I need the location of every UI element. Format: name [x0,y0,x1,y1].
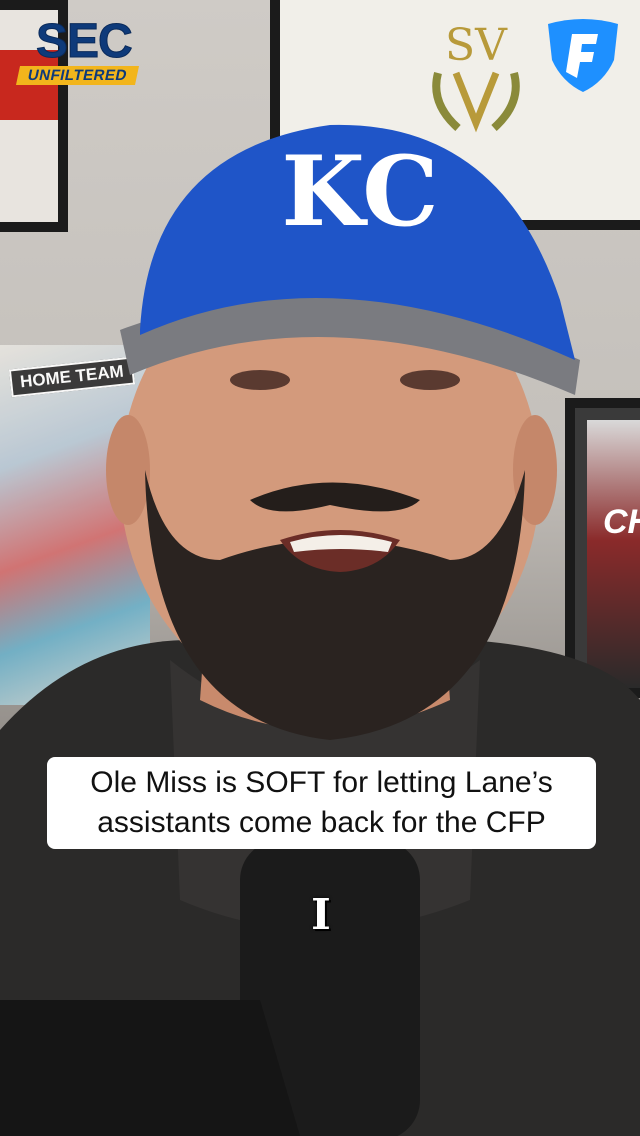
fanduel-shield-icon [548,19,618,92]
caption-line-1: Ole Miss is SOFT for letting Lane’s [90,766,553,799]
brand-logo-top: SEC [36,15,134,68]
brand-logo-bottom: UNFILTERED [15,66,139,85]
spoken-word-subtitle: I [311,890,331,939]
cap-logo-text: KC [281,135,438,248]
host-person: KC [0,124,640,1136]
caption-banner: Ole Miss is SOFT for letting Lane’s assi… [47,757,596,849]
sec-unfiltered-logo: SEC UNFILTERED [14,15,144,86]
caption-line-2: assistants come back for the CFP [97,806,546,839]
video-frame: SV CH HOME TEAM KC [0,0,640,1136]
